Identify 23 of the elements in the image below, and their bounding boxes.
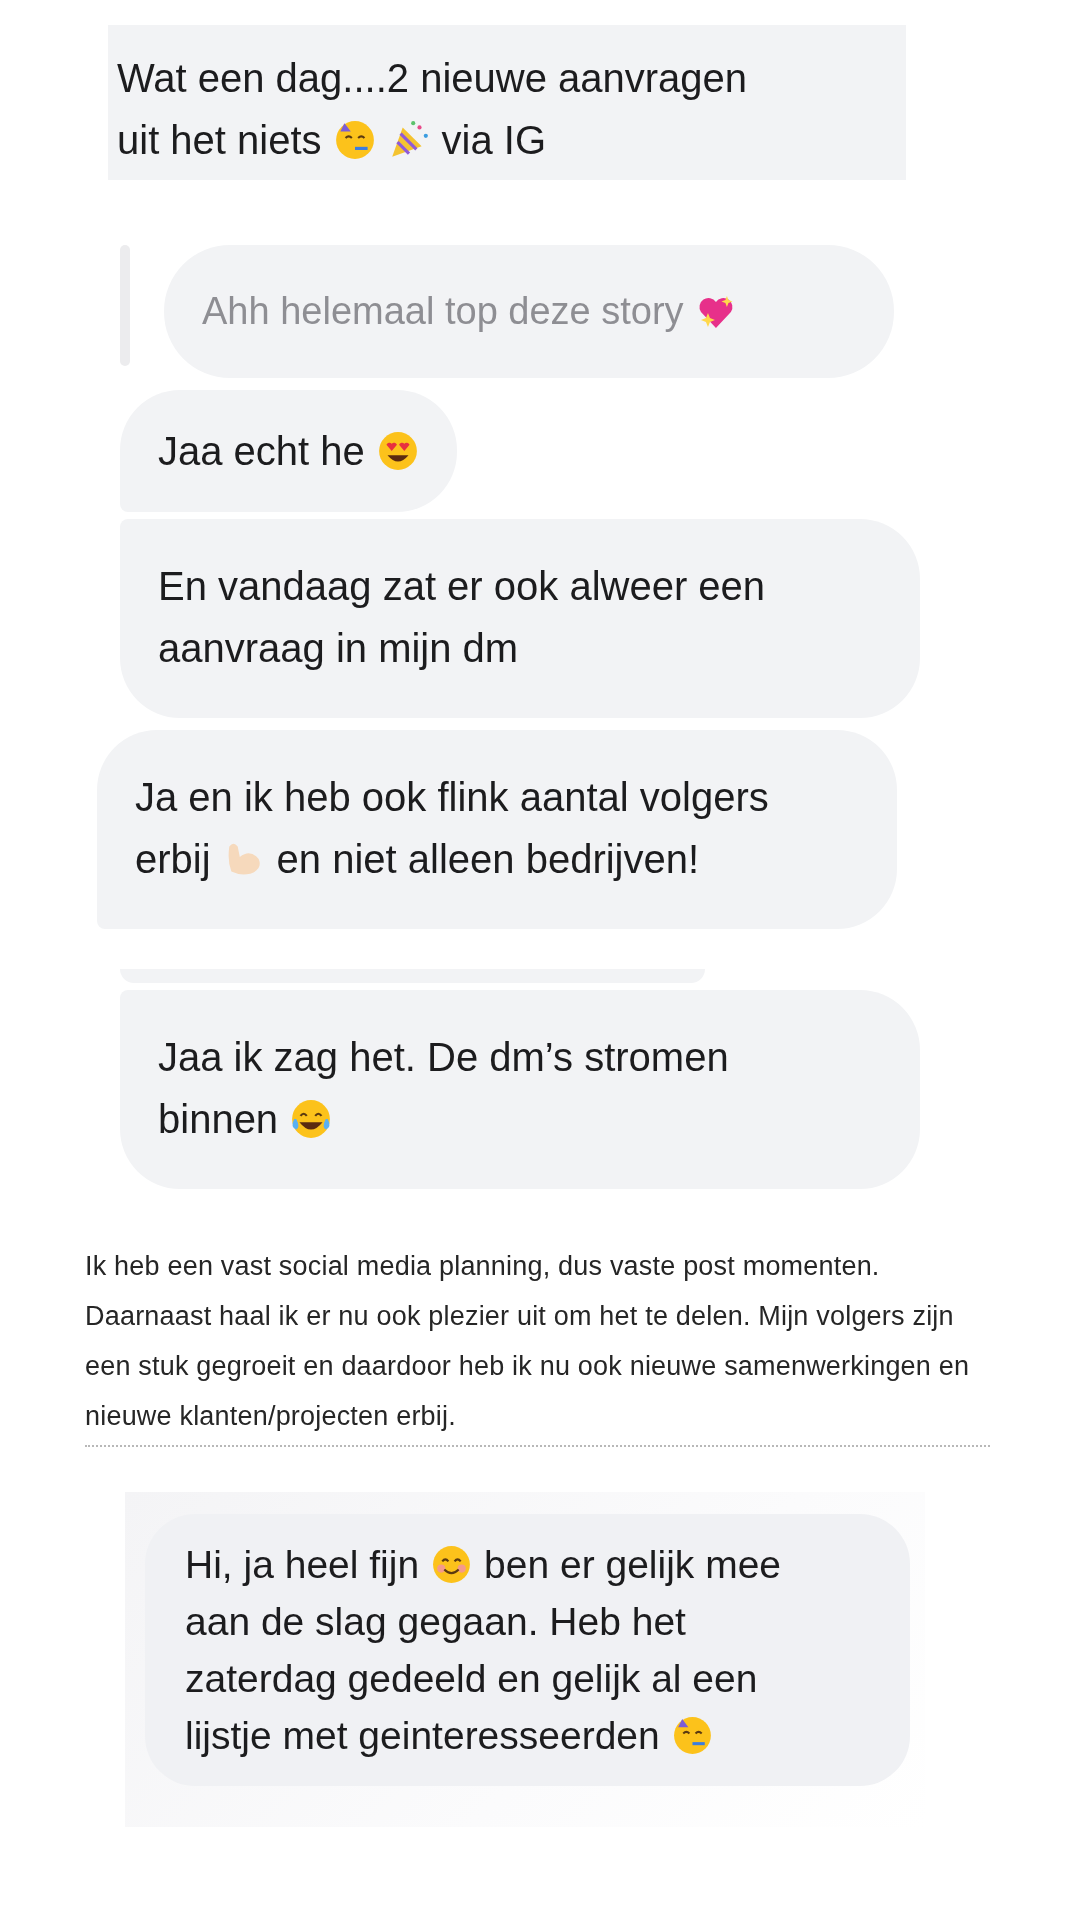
message-text: En vandaag zat er ook alweer een bbox=[158, 563, 766, 609]
message-text: Jaa echt he bbox=[158, 428, 365, 474]
message-text: Ahh helemaal top deze story bbox=[202, 290, 684, 333]
paragraph-text: Ik heb een vast social media planning, dus vaste post momenten. Daarnaast haal ik er nu ook plezier uit om het te delen. Mijn volgers zijn een stuk gegroeit en daardoor heb ik nu ook nieuwe samenwerkingen en nieuwe klanten/projecten erbij. bbox=[85, 1241, 990, 1447]
message-text: en niet alleen bedrijven! bbox=[276, 836, 700, 882]
message-text: erbij bbox=[135, 836, 211, 882]
message-text: aanvraag in mijn dm bbox=[158, 625, 519, 671]
message-text: Jaa ik zag het. De dm’s stromen bbox=[158, 1034, 729, 1080]
message-text: zaterdag gedeeld en gelijk al een bbox=[185, 1656, 758, 1701]
laughing-face-icon bbox=[290, 1098, 333, 1140]
message-text: lijstje met geinteresseerden bbox=[185, 1713, 660, 1758]
message-text: uit het niets bbox=[117, 117, 322, 163]
message-text: via IG bbox=[441, 117, 547, 163]
party-face-icon bbox=[671, 1715, 713, 1756]
message-text: Ja en ik heb ook flink aantal volgers bbox=[135, 774, 769, 820]
heart-eyes-face-icon bbox=[376, 430, 419, 472]
message-text: binnen bbox=[158, 1096, 279, 1142]
message-text: aan de slag gegaan. Heb het bbox=[185, 1599, 686, 1644]
message-text: Wat een dag....2 nieuwe aanvragen bbox=[117, 55, 748, 101]
party-face-icon bbox=[333, 119, 376, 161]
smiling-face-icon bbox=[431, 1544, 473, 1585]
message-text: Hi, ja heel fijn bbox=[185, 1542, 420, 1587]
message-text: ben er gelijk mee bbox=[484, 1542, 782, 1587]
